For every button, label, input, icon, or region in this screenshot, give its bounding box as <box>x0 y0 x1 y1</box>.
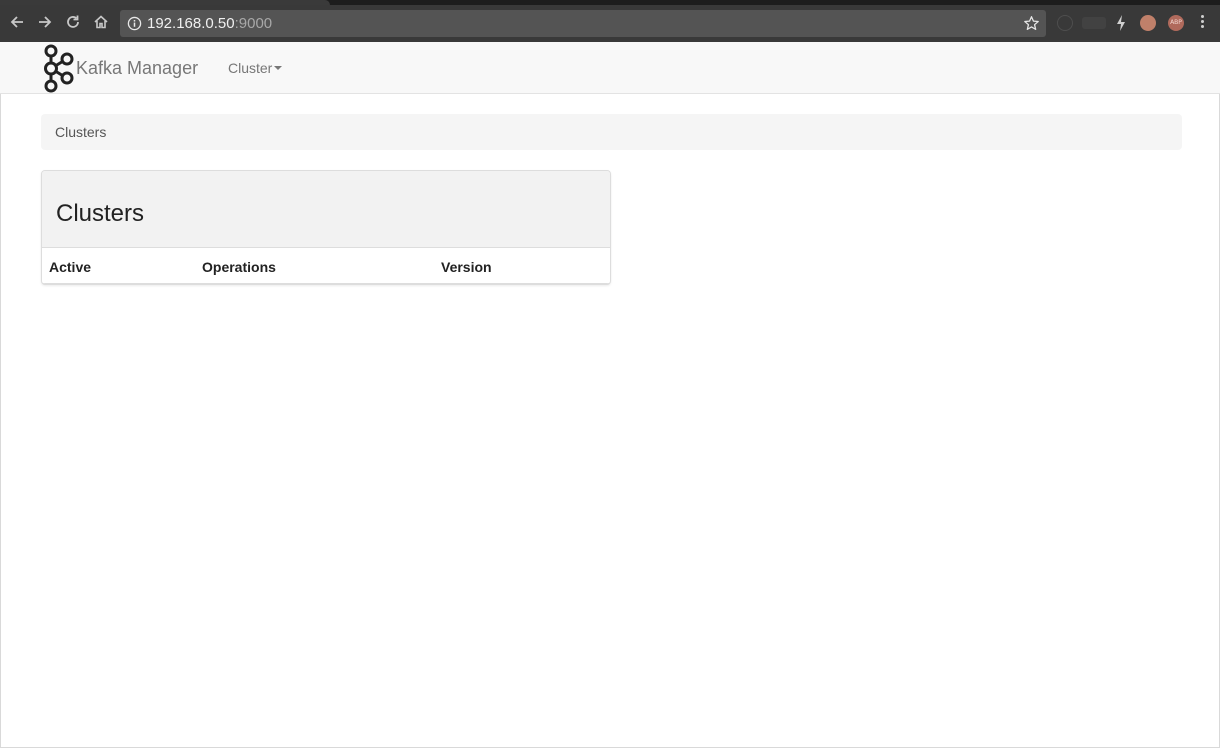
url-text: 192.168.0.50:9000 <box>147 15 272 32</box>
address-bar[interactable]: 192.168.0.50:9000 <box>120 10 1046 37</box>
home-icon[interactable] <box>90 12 112 34</box>
url-port: :9000 <box>234 15 273 32</box>
column-header-active: Active <box>42 248 195 284</box>
panel-title: Clusters <box>56 200 145 227</box>
column-header-operations: Operations <box>195 248 434 284</box>
brand-name: Kafka Manager <box>76 58 199 78</box>
bolt-icon[interactable] <box>1114 14 1128 32</box>
breadcrumb-item-clusters: Clusters <box>55 124 107 140</box>
browser-toolbar: 192.168.0.50:9000 ABP <box>0 5 1220 42</box>
panel-heading: Clusters <box>42 171 610 248</box>
page-border <box>0 94 1 748</box>
extension-avatar-icon[interactable] <box>1140 15 1156 31</box>
adblock-extension-icon[interactable]: ABP <box>1168 15 1184 31</box>
clusters-panel: Clusters Active Operations Version <box>41 170 611 285</box>
extension-info-icon[interactable] <box>1057 15 1073 31</box>
forward-icon[interactable] <box>34 12 56 34</box>
kafka-logo-icon <box>44 44 74 93</box>
column-header-version: Version <box>434 248 610 284</box>
cluster-dropdown[interactable]: Cluster <box>228 58 283 78</box>
breadcrumb: Clusters <box>41 114 1182 150</box>
reload-icon[interactable] <box>62 12 84 34</box>
cluster-dropdown-label: Cluster <box>228 60 273 76</box>
app-navbar: Kafka Manager Cluster <box>0 42 1220 94</box>
caret-down-icon <box>274 66 283 71</box>
back-icon[interactable] <box>6 12 28 34</box>
extension-placeholder-icon[interactable] <box>1082 17 1106 29</box>
table-header-row: Active Operations Version <box>42 248 610 284</box>
info-icon[interactable] <box>127 16 142 31</box>
clusters-table: Active Operations Version <box>42 248 610 284</box>
star-icon[interactable] <box>1023 15 1040 32</box>
url-host: 192.168.0.50 <box>147 15 235 32</box>
menu-icon[interactable] <box>1199 14 1205 32</box>
